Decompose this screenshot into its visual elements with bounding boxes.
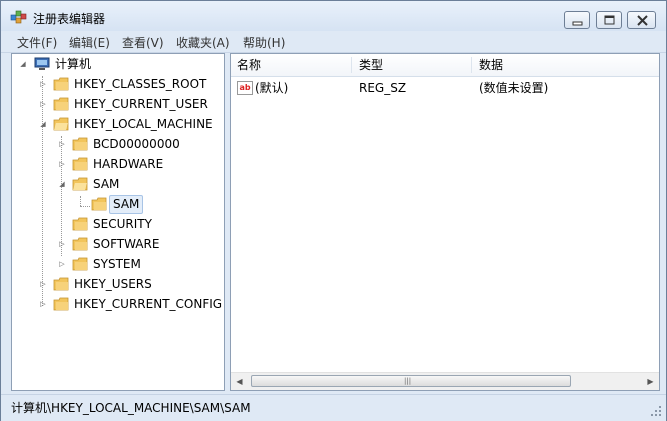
folder-icon bbox=[53, 297, 69, 311]
expand-arrow-icon[interactable]: ▷ bbox=[38, 94, 48, 114]
tree-item-label: SAM bbox=[109, 195, 144, 214]
grip-icon: ||| bbox=[404, 377, 412, 385]
column-header-name[interactable]: 名称 bbox=[237, 54, 261, 76]
expand-arrow-icon[interactable]: ▷ bbox=[57, 154, 67, 174]
tree-item-label: HKEY_CURRENT_USER bbox=[74, 97, 208, 111]
tree-item-label: HKEY_LOCAL_MACHINE bbox=[74, 117, 213, 131]
scroll-left-arrow-icon[interactable]: ◀ bbox=[231, 373, 248, 390]
minimize-button[interactable] bbox=[564, 11, 590, 29]
value-data: (数值未设置) bbox=[479, 81, 549, 95]
status-path: 计算机\HKEY_LOCAL_MACHINE\SAM\SAM bbox=[11, 401, 251, 415]
table-row[interactable]: ab (默认) REG_SZ (数值未设置) bbox=[231, 78, 659, 98]
expand-arrow-icon[interactable]: ▷ bbox=[38, 294, 48, 314]
computer-icon bbox=[34, 57, 50, 70]
tree-item-computer[interactable]: ◢ 计算机 bbox=[12, 54, 224, 74]
tree-item-hkey-classes-root[interactable]: ▷ HKEY_CLASSES_ROOT bbox=[12, 74, 224, 94]
resize-grip-icon[interactable] bbox=[650, 405, 662, 417]
collapse-arrow-icon[interactable]: ◢ bbox=[18, 54, 28, 74]
title-bar[interactable]: 注册表编辑器 bbox=[1, 1, 666, 31]
tree-item-bcd00000000[interactable]: ▷ BCD00000000 bbox=[12, 134, 224, 154]
tree-item-label: SYSTEM bbox=[93, 257, 141, 271]
registry-editor-window: 注册表编辑器 文件(F) 编辑(E) 查看(V) 收藏夹(A) 帮助(H) ◢ … bbox=[0, 0, 667, 421]
menu-edit[interactable]: 编辑(E) bbox=[69, 34, 110, 51]
tree-item-label: 计算机 bbox=[55, 57, 92, 71]
expand-arrow-icon[interactable]: ▷ bbox=[57, 134, 67, 154]
tree-item-hkey-local-machine[interactable]: ◢ HKEY_LOCAL_MACHINE bbox=[12, 114, 224, 134]
tree-item-label: SAM bbox=[93, 177, 120, 191]
tree-item-label: HARDWARE bbox=[93, 157, 164, 171]
folder-icon bbox=[72, 137, 88, 151]
collapse-arrow-icon[interactable]: ◢ bbox=[57, 174, 67, 194]
tree-item-label: HKEY_CLASSES_ROOT bbox=[74, 77, 207, 91]
maximize-button[interactable] bbox=[596, 11, 622, 29]
tree-item-label: HKEY_CURRENT_CONFIG bbox=[74, 297, 223, 311]
maximize-icon bbox=[604, 15, 615, 25]
tree-item-hkey-current-user[interactable]: ▷ HKEY_CURRENT_USER bbox=[12, 94, 224, 114]
close-icon bbox=[637, 15, 648, 26]
expand-arrow-icon[interactable]: ▷ bbox=[38, 274, 48, 294]
tree-item-hardware[interactable]: ▷ HARDWARE bbox=[12, 154, 224, 174]
scrollbar-thumb[interactable]: ||| bbox=[251, 375, 571, 387]
tree-item-label: HKEY_USERS bbox=[74, 277, 152, 291]
folder-open-icon bbox=[53, 117, 69, 131]
folder-icon bbox=[72, 257, 88, 271]
tree-item-software[interactable]: ▷ SOFTWARE bbox=[12, 234, 224, 254]
column-header-data[interactable]: 数据 bbox=[479, 54, 503, 76]
folder-icon bbox=[53, 277, 69, 291]
scroll-right-arrow-icon[interactable]: ▶ bbox=[642, 373, 659, 390]
column-header-bar: 名称 类型 数据 bbox=[231, 54, 659, 77]
tree-item-label: SOFTWARE bbox=[93, 237, 160, 251]
menu-help[interactable]: 帮助(H) bbox=[243, 34, 285, 51]
tree-item-security[interactable]: SECURITY bbox=[12, 214, 224, 234]
close-button[interactable] bbox=[627, 11, 656, 29]
folder-icon bbox=[91, 197, 107, 211]
column-separator[interactable] bbox=[471, 57, 472, 73]
tree-item-label: SECURITY bbox=[93, 217, 152, 231]
values-list-pane[interactable]: 名称 类型 数据 ab (默认) REG_SZ (数值未设置) ◀ ||| ▶ bbox=[230, 53, 660, 391]
string-value-icon: ab bbox=[237, 81, 253, 95]
menu-favorites[interactable]: 收藏夹(A) bbox=[176, 34, 230, 51]
column-header-type[interactable]: 类型 bbox=[359, 54, 383, 76]
status-bar: 计算机\HKEY_LOCAL_MACHINE\SAM\SAM bbox=[1, 394, 666, 421]
menu-bar: 文件(F) 编辑(E) 查看(V) 收藏夹(A) 帮助(H) bbox=[1, 32, 666, 53]
expand-arrow-icon[interactable]: ▷ bbox=[38, 74, 48, 94]
column-separator[interactable] bbox=[351, 57, 352, 73]
tree-item-sam-sam-selected[interactable]: SAM bbox=[12, 194, 224, 214]
minimize-icon bbox=[572, 21, 583, 26]
horizontal-scrollbar[interactable]: ◀ ||| ▶ bbox=[231, 372, 659, 390]
collapse-arrow-icon[interactable]: ◢ bbox=[38, 114, 48, 134]
folder-icon bbox=[72, 217, 88, 231]
key-tree-pane[interactable]: ◢ 计算机 ▷ HKEY_CLASSES_ROOT ▷ HKEY_CURRENT… bbox=[11, 53, 225, 391]
folder-icon bbox=[72, 157, 88, 171]
expand-arrow-icon[interactable]: ▷ bbox=[57, 234, 67, 254]
folder-icon bbox=[72, 237, 88, 251]
folder-open-icon bbox=[72, 177, 88, 191]
tree-item-hkey-current-config[interactable]: ▷ HKEY_CURRENT_CONFIG bbox=[12, 294, 224, 314]
tree-item-hkey-users[interactable]: ▷ HKEY_USERS bbox=[12, 274, 224, 294]
tree-item-label: BCD00000000 bbox=[93, 137, 180, 151]
tree-item-sam[interactable]: ◢ SAM bbox=[12, 174, 224, 194]
folder-icon bbox=[53, 77, 69, 91]
folder-icon bbox=[53, 97, 69, 111]
value-type: REG_SZ bbox=[359, 81, 407, 95]
tree-item-system[interactable]: ▷ SYSTEM bbox=[12, 254, 224, 274]
menu-view[interactable]: 查看(V) bbox=[122, 34, 164, 51]
value-name: (默认) bbox=[255, 81, 289, 95]
menu-file[interactable]: 文件(F) bbox=[17, 34, 57, 51]
registry-editor-icon bbox=[10, 10, 27, 24]
window-title: 注册表编辑器 bbox=[33, 12, 106, 26]
expand-arrow-icon[interactable]: ▷ bbox=[57, 254, 67, 274]
